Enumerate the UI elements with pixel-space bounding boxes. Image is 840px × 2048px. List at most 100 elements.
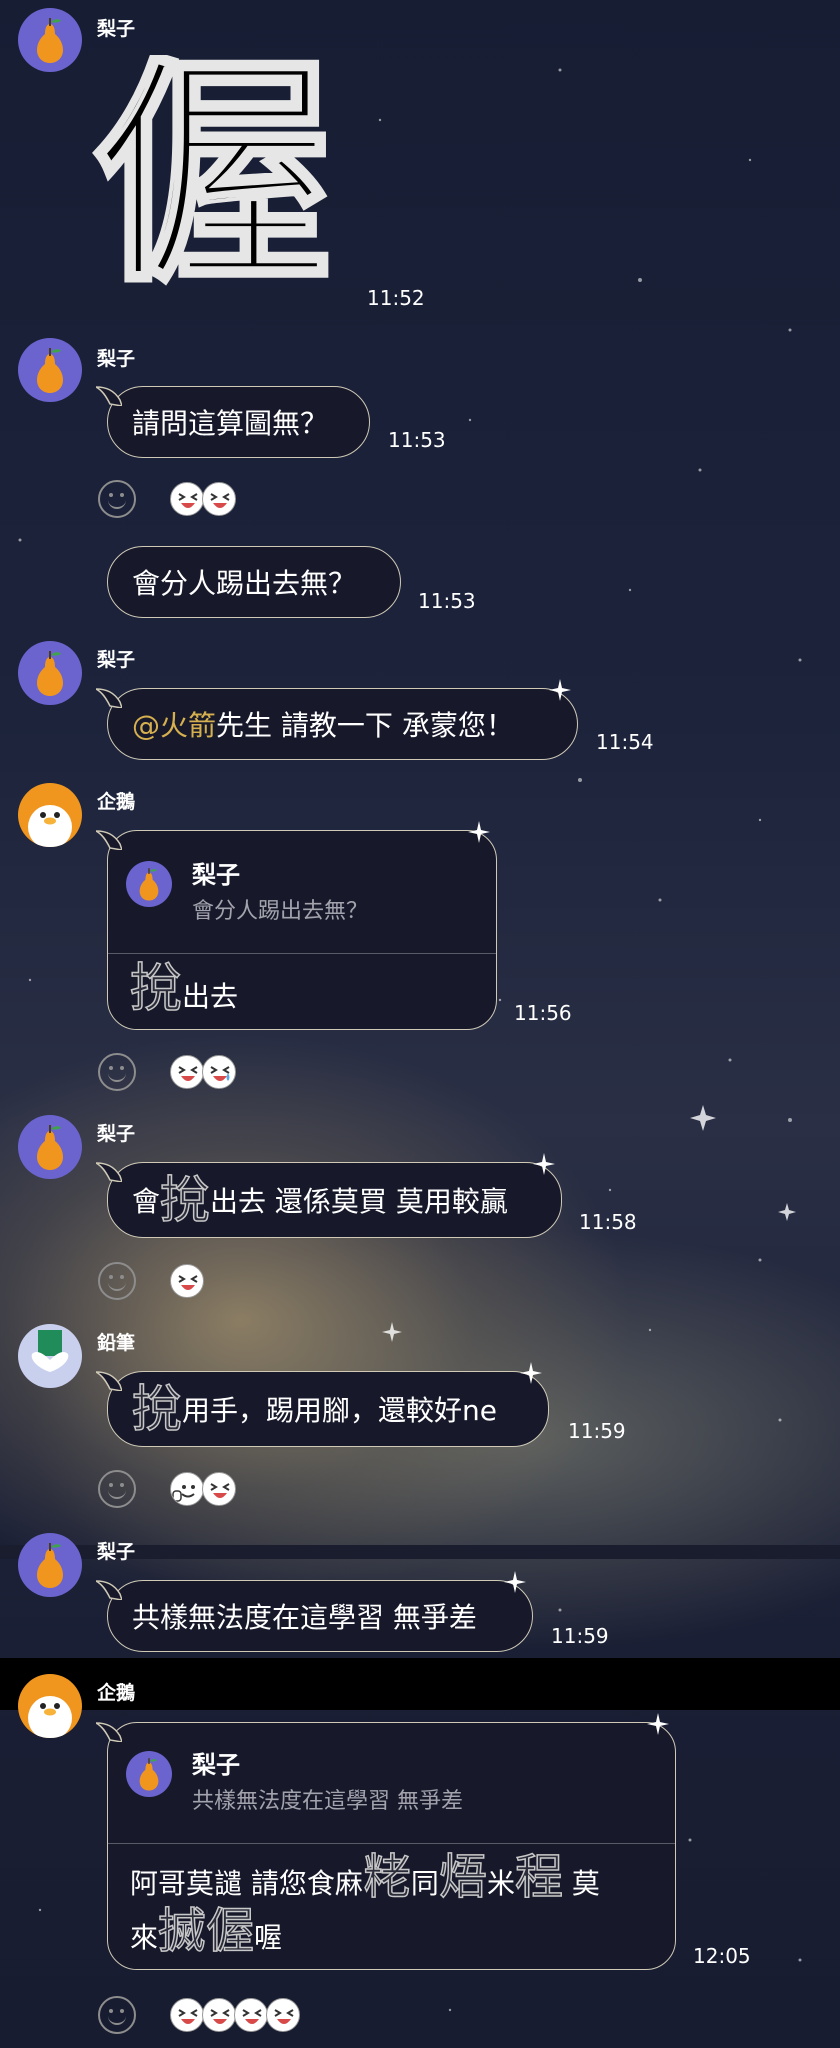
pear-icon <box>126 1751 172 1797</box>
sender-name: 梨子 <box>97 649 136 671</box>
timestamp: 11:54 <box>596 730 654 754</box>
add-reaction-icon[interactable] <box>98 1996 136 2034</box>
add-reaction-icon[interactable] <box>98 1262 136 1300</box>
message-bubble[interactable]: 共樣無法度在這學習 無爭差 <box>96 1571 533 1652</box>
message-text: 莫 <box>562 1867 600 1900</box>
bubble-tail <box>96 1722 122 1742</box>
sparkle-icon <box>647 1713 669 1735</box>
timestamp: 11:56 <box>514 1001 572 1025</box>
sparkle-icon <box>504 1571 526 1593</box>
timestamp: 11:52 <box>367 286 425 310</box>
message-text: 來 <box>130 1921 159 1954</box>
quote-text: 共樣無法度在這學習 無爭差 <box>192 1789 463 1814</box>
quote-text: 會分人踢出去無？ <box>192 899 369 924</box>
avatar-pear[interactable] <box>18 1115 82 1179</box>
pear-icon <box>18 8 82 72</box>
message-text: 米 <box>486 1867 515 1900</box>
avatar-penguin[interactable] <box>18 783 82 847</box>
bubble-tail <box>96 386 122 406</box>
bubble-tail <box>96 1580 122 1600</box>
pear-icon <box>18 641 82 705</box>
pear-icon <box>18 338 82 402</box>
sender-name: 梨子 <box>97 18 136 40</box>
reply-text: 挩出去 <box>129 962 238 1016</box>
reply-text-line-2: 來搣偓喔 <box>130 1906 283 1956</box>
message-text: 共樣無法度在這學習 無爭差 <box>132 1601 477 1634</box>
timestamp: 11:58 <box>579 1210 637 1234</box>
sender-name: 梨子 <box>97 1541 136 1563</box>
laugh-icon[interactable] <box>170 1055 204 1089</box>
timestamp: 11:53 <box>388 428 446 452</box>
laugh-icon[interactable] <box>170 1264 204 1298</box>
quote-avatar-pear <box>126 861 172 907</box>
bubble-tail <box>96 688 122 708</box>
sender-name: 梨子 <box>97 348 136 370</box>
message-text: 會 <box>132 1185 161 1218</box>
big-character-sticker[interactable]: 偓 <box>92 55 362 315</box>
sparkle-icon <box>549 679 571 701</box>
timestamp: 11:59 <box>551 1624 609 1648</box>
add-reaction-icon[interactable] <box>98 1053 136 1091</box>
message-bubble[interactable]: 挩用手，踢用腳，還較好ne <box>96 1362 549 1447</box>
message-bubble[interactable]: 會挩出去 還係莫買 莫用較贏 <box>96 1153 562 1238</box>
pear-icon <box>126 861 172 907</box>
pear-icon <box>18 1115 82 1179</box>
laugh-icon[interactable] <box>202 1998 236 2032</box>
message-bubble[interactable]: 會分人踢出去無？ <box>107 546 401 618</box>
quote-sender: 梨子 <box>192 861 240 889</box>
rare-character: 搣偓 <box>157 1903 255 1959</box>
sender-name: 鉛筆 <box>97 1332 136 1354</box>
sparkle-icon <box>533 1153 555 1175</box>
avatar-pear[interactable] <box>18 8 82 72</box>
rare-character: 挩 <box>131 1380 183 1438</box>
reply-bubble[interactable]: 梨子 共樣無法度在這學習 無爭差 阿哥莫譴 請您食麻粩同焐米程 莫 來搣偓喔 <box>96 1713 676 1970</box>
pencil-icon <box>18 1324 82 1388</box>
sparkle-icon <box>520 1362 542 1384</box>
add-reaction-icon[interactable] <box>98 480 136 518</box>
laugh-icon[interactable] <box>170 1998 204 2032</box>
message-text: 用手，踢用腳，還較好ne <box>182 1394 497 1427</box>
laugh-icon[interactable] <box>266 1998 300 2032</box>
quote-divider <box>108 953 496 954</box>
message-text: 會分人踢出去無？ <box>132 567 357 600</box>
quote-divider <box>108 1843 675 1844</box>
avatar-penguin[interactable] <box>18 1674 82 1738</box>
add-reaction-icon[interactable] <box>98 1470 136 1508</box>
cry-laugh-icon[interactable] <box>202 1055 236 1089</box>
mention-link[interactable]: @火箭 <box>132 704 216 744</box>
sparkle-icon <box>468 821 490 843</box>
avatar-pear[interactable] <box>18 1533 82 1597</box>
rare-character: 程 <box>514 1849 564 1905</box>
message-text: 出去 還係莫買 莫用較贏 <box>210 1185 508 1218</box>
sender-name: 企鵝 <box>97 791 136 813</box>
laugh-icon[interactable] <box>170 482 204 516</box>
reply-text-line-1: 阿哥莫譴 請您食麻粩同焐米程 莫 <box>130 1852 600 1902</box>
penguin-icon <box>18 783 82 847</box>
rare-character: 粩 <box>362 1849 412 1905</box>
sender-name: 企鵝 <box>97 1682 136 1704</box>
pear-icon <box>18 1533 82 1597</box>
rare-character: 焐 <box>438 1849 488 1905</box>
message-text: 喔 <box>254 1921 283 1954</box>
rare-character: 挩 <box>129 959 183 1019</box>
message-bubble[interactable]: 請問這算圖無？ <box>96 386 370 458</box>
message-text: 先生 請教一下 承蒙您！ <box>216 709 514 742</box>
laugh-icon[interactable] <box>202 482 236 516</box>
quote-avatar-pear <box>126 1751 172 1797</box>
timestamp: 11:53 <box>418 589 476 613</box>
bubble-tail <box>96 830 122 850</box>
message-text: 同 <box>410 1867 439 1900</box>
avatar-pear[interactable] <box>18 338 82 402</box>
penguin-icon <box>18 1674 82 1738</box>
avatar-pencil[interactable] <box>18 1324 82 1388</box>
message-text: 請問這算圖無？ <box>132 407 329 440</box>
laugh-icon[interactable] <box>202 1472 236 1506</box>
avatar-pear[interactable] <box>18 641 82 705</box>
timestamp: 11:59 <box>568 1419 626 1443</box>
message-text: 阿哥莫譴 請您食麻 <box>130 1867 363 1900</box>
rare-character: 挩 <box>159 1171 211 1229</box>
thumbs-up-icon[interactable] <box>170 1472 204 1506</box>
laugh-icon[interactable] <box>234 1998 268 2032</box>
message-bubble[interactable]: @火箭 先生 請教一下 承蒙您！ <box>96 679 578 760</box>
reply-bubble[interactable]: 梨子 會分人踢出去無？ 挩出去 <box>96 821 497 1030</box>
